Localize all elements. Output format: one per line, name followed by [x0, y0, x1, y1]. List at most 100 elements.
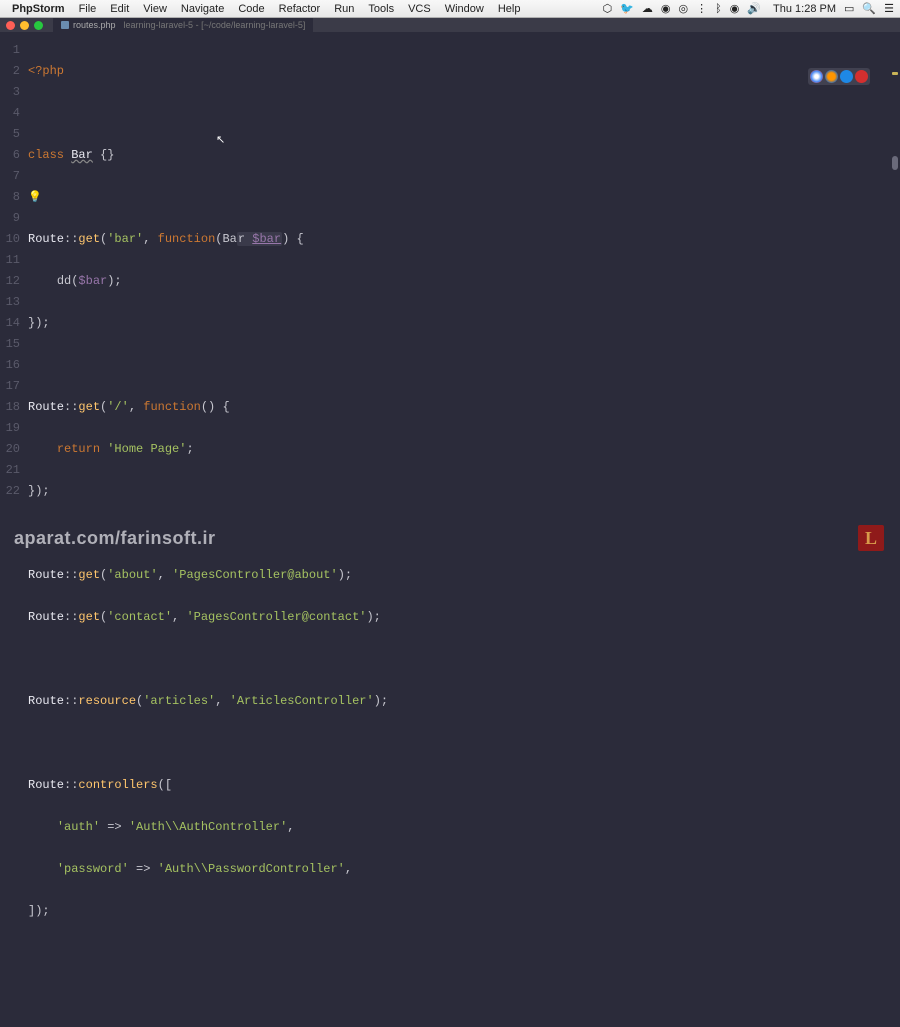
notifications-icon[interactable]: ☰ [884, 2, 894, 15]
string-passwordcontroller: 'Auth\\PasswordController' [158, 862, 345, 876]
class-name-bar: Bar [71, 148, 93, 162]
param-type: (Ba [215, 232, 237, 246]
method-get: get [78, 232, 100, 246]
dropbox-icon[interactable]: ⬡ [603, 2, 613, 15]
menu-help[interactable]: Help [492, 3, 527, 15]
line-number: 1 [0, 40, 20, 61]
brace: () { [201, 400, 230, 414]
route-class: Route [28, 400, 64, 414]
keyword-class: class [28, 148, 71, 162]
laravel-logo: L [858, 525, 884, 551]
scope-op: :: [64, 232, 78, 246]
line-number: 6 [0, 145, 20, 166]
intention-bulb-icon[interactable]: 💡 [28, 192, 42, 204]
menu-view[interactable]: View [137, 3, 173, 15]
keyword-return: return [57, 442, 107, 456]
macos-menubar: PhpStorm File Edit View Navigate Code Re… [0, 0, 900, 18]
indent [28, 442, 57, 456]
comma: , [287, 820, 294, 834]
route-class: Route [28, 232, 64, 246]
battery-icon[interactable]: ▭ [844, 2, 854, 15]
line-number: 2 [0, 61, 20, 82]
string-root: '/' [107, 400, 129, 414]
method-get: get [78, 568, 100, 582]
arrow: => [129, 862, 158, 876]
menu-vcs[interactable]: VCS [402, 3, 437, 15]
route-class: Route [28, 568, 64, 582]
app-name[interactable]: PhpStorm [12, 3, 65, 15]
indent [28, 820, 57, 834]
editor-scrollbar[interactable] [890, 64, 900, 563]
close: ]); [28, 904, 50, 918]
scroll-thumb[interactable] [892, 156, 898, 170]
code-area[interactable]: <?php class Bar {} 💡 Route::get('bar', f… [28, 32, 900, 563]
comma: , [143, 232, 157, 246]
indent [28, 274, 57, 288]
status-icons: ⬡ 🐦 ☁ ◉ ◎ ⋮ ᛒ ◉ 🔊 Thu 1:28 PM ▭ 🔍 ☰ [603, 2, 894, 15]
menu-code[interactable]: Code [232, 3, 270, 15]
comma: , [172, 610, 186, 624]
comma: , [345, 862, 352, 876]
var-bar: $bar [78, 274, 107, 288]
route-class: Route [28, 694, 64, 708]
circle-icon[interactable]: ◉ [661, 2, 671, 15]
php-file-icon [61, 21, 69, 29]
dots-icon[interactable]: ⋮ [696, 2, 707, 15]
menu-run[interactable]: Run [328, 3, 360, 15]
php-tag: <?php [28, 64, 64, 78]
minimize-window-icon[interactable] [20, 21, 29, 30]
window-traffic-lights[interactable] [6, 21, 43, 30]
wifi-icon[interactable]: ◉ [730, 2, 740, 15]
string-auth: 'auth' [57, 820, 100, 834]
keyword-function: function [143, 400, 201, 414]
fn-dd: dd [57, 274, 71, 288]
line-number: 8 [0, 187, 20, 208]
volume-icon[interactable]: 🔊 [747, 2, 761, 15]
tab-filename: routes.php [73, 20, 116, 30]
code-editor[interactable]: 1 2 3 4 5 6 7 8 9 10 11 12 13 14 15 16 1… [0, 32, 900, 563]
circle2-icon[interactable]: ◎ [679, 2, 689, 15]
menu-window[interactable]: Window [439, 3, 490, 15]
line-number: 4 [0, 103, 20, 124]
close: }); [28, 316, 50, 330]
braces: {} [93, 148, 115, 162]
string-home: 'Home Page' [107, 442, 186, 456]
line-number: 3 [0, 82, 20, 103]
editor-tab[interactable]: routes.php learning-laravel-5 - [~/code/… [53, 18, 313, 32]
scope-op: :: [64, 400, 78, 414]
sync-icon[interactable]: ☁ [642, 2, 653, 15]
menu-tools[interactable]: Tools [362, 3, 400, 15]
arrow: => [100, 820, 129, 834]
warning-marker-icon[interactable] [892, 72, 898, 75]
param-var: $bar [252, 232, 281, 246]
line-number: 20 [0, 439, 20, 460]
line-number: 11 [0, 250, 20, 271]
menu-edit[interactable]: Edit [104, 3, 135, 15]
line-number: 7 [0, 166, 20, 187]
param-type: r [238, 232, 252, 246]
opera-icon[interactable] [855, 70, 868, 83]
close-window-icon[interactable] [6, 21, 15, 30]
method-get: get [78, 400, 100, 414]
keyword-function: function [158, 232, 216, 246]
clock[interactable]: Thu 1:28 PM [773, 3, 836, 15]
zoom-window-icon[interactable] [34, 21, 43, 30]
twitter-icon[interactable]: 🐦 [620, 2, 634, 15]
string-contact: 'contact' [107, 610, 172, 624]
menu-navigate[interactable]: Navigate [175, 3, 230, 15]
close: ); [374, 694, 388, 708]
browser-preview-badges[interactable] [808, 68, 870, 85]
chrome-icon[interactable] [810, 70, 823, 83]
menu-refactor[interactable]: Refactor [273, 3, 327, 15]
bluetooth-icon[interactable]: ᛒ [715, 3, 722, 15]
string-authcontroller: 'Auth\\AuthController' [129, 820, 287, 834]
line-number: 10 [0, 229, 20, 250]
safari-icon[interactable] [840, 70, 853, 83]
menu-file[interactable]: File [73, 3, 103, 15]
scope-op: :: [64, 610, 78, 624]
indent [28, 862, 57, 876]
spotlight-icon[interactable]: 🔍 [862, 2, 876, 15]
firefox-icon[interactable] [825, 70, 838, 83]
comma: , [158, 568, 172, 582]
string-password: 'password' [57, 862, 129, 876]
